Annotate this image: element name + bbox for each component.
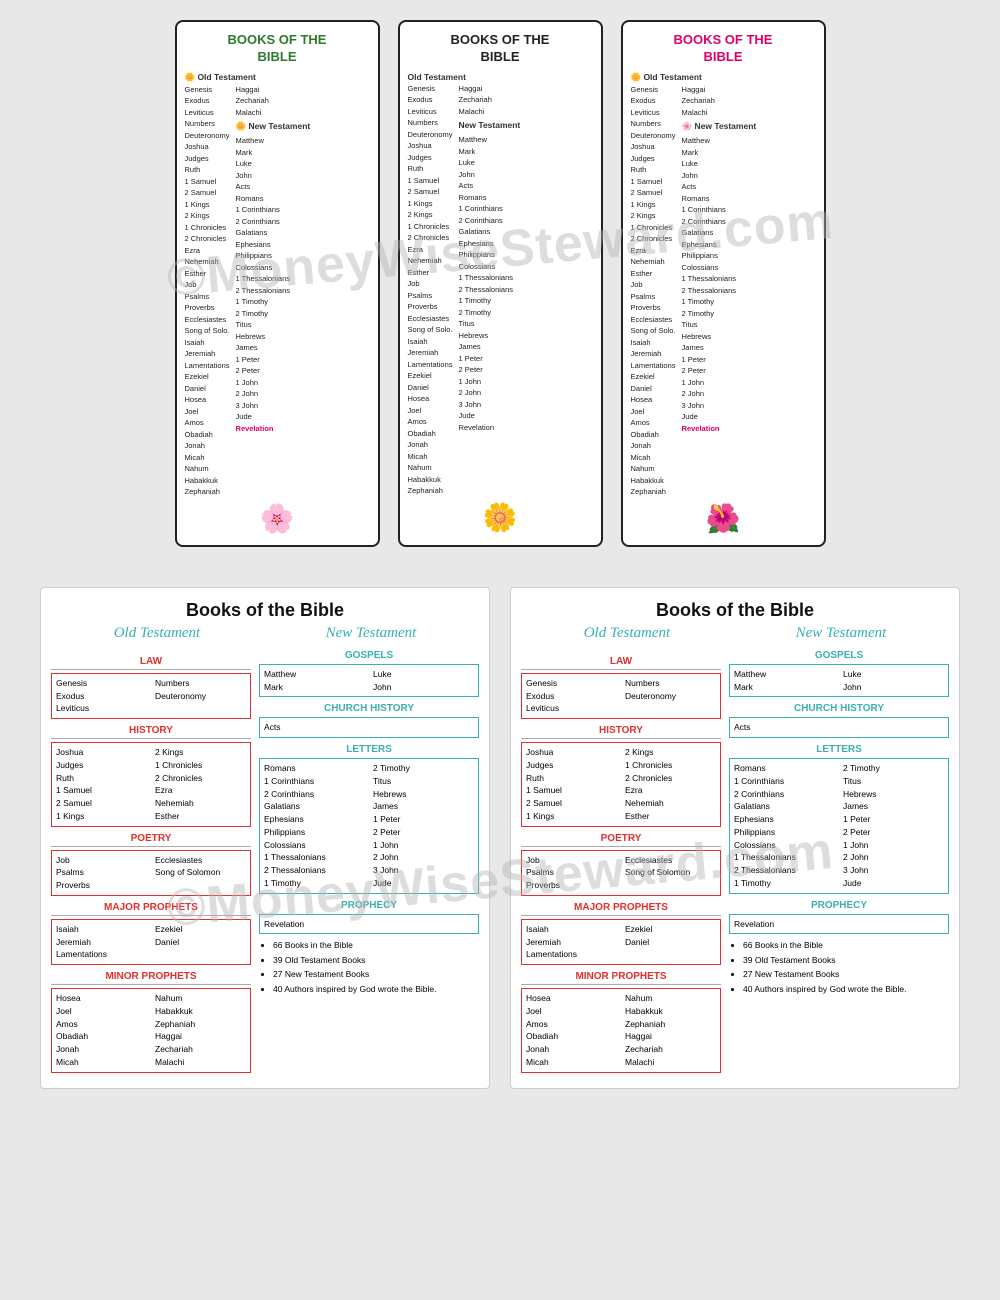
card2-church-box: Acts: [729, 717, 949, 738]
card1-poetry-heading: POETRY: [51, 833, 251, 847]
card1-poetry-box: JobPsalmsProverbs EcclesiastesSong of So…: [51, 850, 251, 896]
bm3-flower: 🌺: [631, 502, 816, 535]
bm2-ot-col1: GenesisExodusLeviticusNumbers Deuteronom…: [408, 84, 453, 497]
bookmarks-section: BOOKS OF THEBIBLE 🌼 Old Testament Genesi…: [0, 0, 1000, 567]
card1-subtitles: Old Testament New Testament: [51, 625, 479, 642]
bookmark-2-title: BOOKS OF THEBIBLE: [408, 32, 593, 66]
card1-ot-subtitle: Old Testament: [114, 625, 201, 642]
card2-left: LAW GenesisExodusLeviticus NumbersDeuter…: [521, 650, 721, 1076]
card2-nt-subtitle: New Testament: [796, 625, 887, 642]
bm1-ot-col1: GenesisExodusLeviticusNumbers Deuteronom…: [185, 85, 230, 498]
card1-body: LAW GenesisExodusLeviticus NumbersDeuter…: [51, 650, 479, 1076]
card2-facts: 66 Books in the Bible 39 Old Testament B…: [729, 938, 949, 996]
card1-history-box: JoshuaJudgesRuth1 Samuel2 Samuel1 Kings …: [51, 742, 251, 827]
card1-gospels-heading: GOSPELS: [259, 650, 479, 661]
card2-poetry-box: JobPsalmsProverbs EcclesiastesSong of So…: [521, 850, 721, 896]
card2-law-box: GenesisExodusLeviticus NumbersDeuteronom…: [521, 673, 721, 719]
card1-minor-box: HoseaJoelAmosObadiahJonahMicah NahumHaba…: [51, 988, 251, 1073]
card1-church-heading: CHURCH HISTORY: [259, 703, 479, 714]
bm2-flower: 🌼: [408, 501, 593, 534]
card2-subtitles: Old Testament New Testament: [521, 625, 949, 642]
card2-prophecy-heading: PROPHECY: [729, 900, 949, 911]
card1-letters-box: Romans1 Corinthians2 CorinthiansGalatian…: [259, 758, 479, 894]
card2-law-heading: LAW: [521, 656, 721, 670]
bible-card-1: Books of the Bible Old Testament New Tes…: [40, 587, 490, 1089]
bm1-flower: 🌸: [185, 502, 370, 535]
bookmark-3: BOOKS OF THEBIBLE 🌼 Old Testament Genesi…: [621, 20, 826, 547]
card1-left: LAW GenesisExodusLeviticus NumbersDeuter…: [51, 650, 251, 1076]
cards-section: Books of the Bible Old Testament New Tes…: [0, 567, 1000, 1109]
card2-prophecy-box: Revelation: [729, 914, 949, 935]
card2-title: Books of the Bible: [521, 600, 949, 621]
bm3-ot-col1: GenesisExodusLeviticusNumbers Deuteronom…: [631, 85, 676, 498]
card2-right: GOSPELS MatthewMark LukeJohn CHURCH HIST…: [729, 650, 949, 1076]
card2-gospels-box: MatthewMark LukeJohn: [729, 664, 949, 698]
card2-minor-box: HoseaJoelAmosObadiahJonahMicah NahumHaba…: [521, 988, 721, 1073]
card1-law-box: GenesisExodusLeviticus NumbersDeuteronom…: [51, 673, 251, 719]
card2-major-heading: MAJOR PROPHETS: [521, 902, 721, 916]
card1-church-box: Acts: [259, 717, 479, 738]
bm3-ot-label: 🌼 Old Testament: [631, 72, 816, 83]
card1-right: GOSPELS MatthewMark LukeJohn CHURCH HIST…: [259, 650, 479, 1076]
bible-card-2: Books of the Bible Old Testament New Tes…: [510, 587, 960, 1089]
card2-church-heading: CHURCH HISTORY: [729, 703, 949, 714]
bookmark-2: BOOKS OF THEBIBLE Old Testament GenesisE…: [398, 20, 603, 547]
card1-major-box: IsaiahJeremiahLamentations EzekielDaniel: [51, 919, 251, 965]
card2-major-box: IsaiahJeremiahLamentations EzekielDaniel: [521, 919, 721, 965]
card1-letters-heading: LETTERS: [259, 744, 479, 755]
card1-title: Books of the Bible: [51, 600, 479, 621]
card2-gospels-heading: GOSPELS: [729, 650, 949, 661]
bookmark-3-title: BOOKS OF THEBIBLE: [631, 32, 816, 66]
card2-letters-heading: LETTERS: [729, 744, 949, 755]
bm2-ot-col2: HaggaiZechariahMalachi New Testament Mat…: [459, 84, 521, 497]
card2-history-box: JoshuaJudgesRuth1 Samuel2 Samuel1 Kings …: [521, 742, 721, 827]
card2-poetry-heading: POETRY: [521, 833, 721, 847]
bm1-ot-label: 🌼 Old Testament: [185, 72, 370, 83]
card2-ot-subtitle: Old Testament: [584, 625, 671, 642]
card2-body: LAW GenesisExodusLeviticus NumbersDeuter…: [521, 650, 949, 1076]
bookmark-1-title: BOOKS OF THEBIBLE: [185, 32, 370, 66]
bm2-ot-label: Old Testament: [408, 72, 593, 82]
card1-prophecy-heading: PROPHECY: [259, 900, 479, 911]
card1-prophecy-box: Revelation: [259, 914, 479, 935]
card2-letters-box: Romans1 Corinthians2 CorinthiansGalatian…: [729, 758, 949, 894]
card2-minor-heading: MINOR PROPHETS: [521, 971, 721, 985]
card1-facts: 66 Books in the Bible 39 Old Testament B…: [259, 938, 479, 996]
bm1-ot-col2: HaggaiZechariahMalachi 🌼 New Testament M…: [236, 85, 311, 498]
card1-gospels-box: MatthewMark LukeJohn: [259, 664, 479, 698]
card2-history-heading: HISTORY: [521, 725, 721, 739]
card1-major-heading: MAJOR PROPHETS: [51, 902, 251, 916]
bookmark-1: BOOKS OF THEBIBLE 🌼 Old Testament Genesi…: [175, 20, 380, 547]
bm3-ot-col2: HaggaiZechariahMalachi 🌸 New Testament M…: [682, 85, 757, 498]
card1-minor-heading: MINOR PROPHETS: [51, 971, 251, 985]
card1-history-heading: HISTORY: [51, 725, 251, 739]
card1-law-heading: LAW: [51, 656, 251, 670]
card1-nt-subtitle: New Testament: [326, 625, 417, 642]
